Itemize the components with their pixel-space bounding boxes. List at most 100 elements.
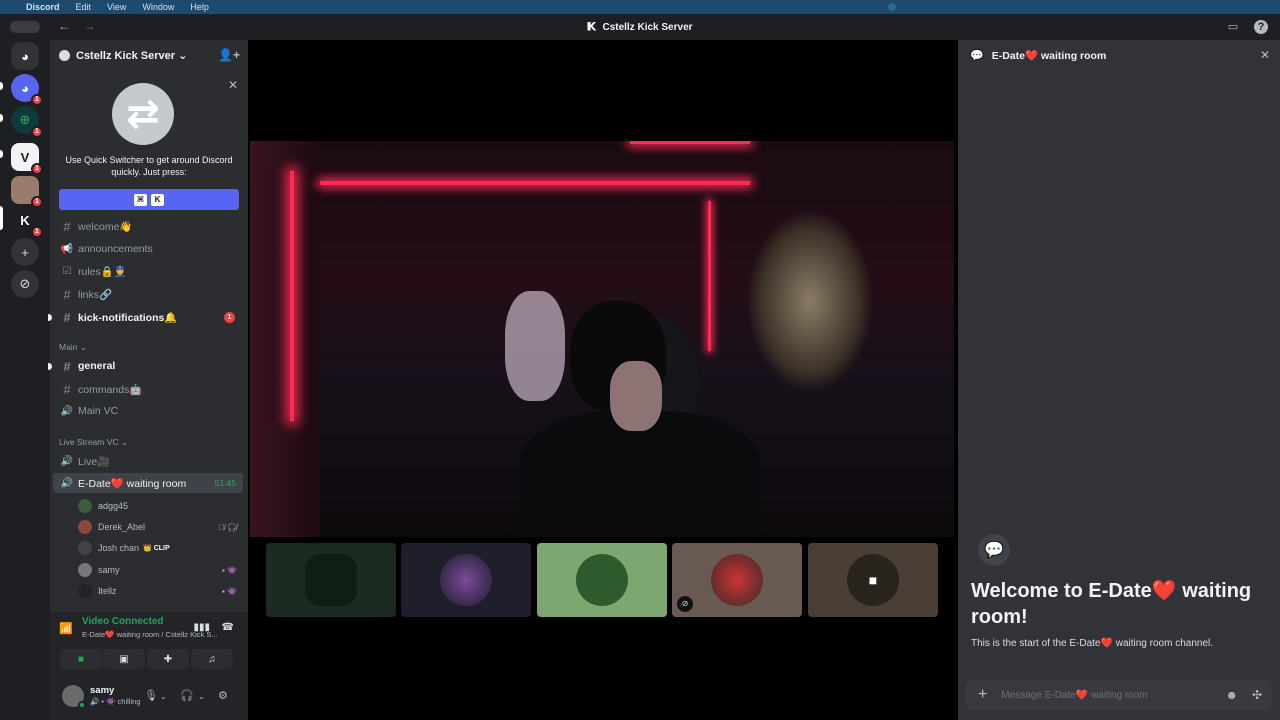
- chevron-down-icon[interactable]: ⌄: [160, 692, 167, 701]
- unread-indicator: [48, 313, 52, 321]
- headphones-icon[interactable]: 🎧: [180, 689, 194, 702]
- attach-plus-icon[interactable]: +: [978, 686, 987, 704]
- chevron-down-icon[interactable]: ⌄: [198, 692, 205, 701]
- voice-channel-main-vc[interactable]: 🔊 Main VC: [53, 401, 243, 421]
- user-status: 🔊 • 👾 chilling: [90, 697, 141, 706]
- voice-user[interactable]: adgg45: [78, 496, 243, 516]
- server-icon-kick[interactable]: K1: [11, 206, 43, 238]
- server-icon-v[interactable]: V1: [11, 143, 43, 175]
- server-icon-plus[interactable]: ⊕ 1: [11, 106, 43, 138]
- invite-people-icon[interactable]: 👤+: [218, 48, 240, 62]
- camera-icon: ■: [77, 653, 85, 665]
- server-badge-icon: [59, 49, 70, 61]
- avatar: [78, 584, 92, 598]
- quick-switcher-button[interactable]: ⌘ K: [59, 189, 239, 210]
- chat-title: E-Date❤️ waiting room: [991, 49, 1107, 62]
- apps-icon[interactable]: ✣: [1252, 688, 1262, 702]
- voice-status: Video Connected: [82, 616, 164, 627]
- avatar: [78, 520, 92, 534]
- screen-share-icon: ▣: [119, 653, 129, 665]
- close-icon[interactable]: ✕: [1260, 48, 1270, 62]
- channel-general[interactable]: # general: [48, 356, 243, 376]
- emoji-icon[interactable]: ☻: [1225, 688, 1238, 702]
- disconnect-icon[interactable]: ☎: [222, 622, 234, 633]
- user-panel: samy 🔊 • 👾 chilling 🎙 ⌄ 🎧 ⌄ ⚙: [50, 680, 248, 720]
- participant-avatar: [576, 554, 628, 606]
- screen-share-button[interactable]: ▣: [103, 649, 145, 669]
- kick-logo-icon: [587, 21, 597, 31]
- hash-icon: #: [63, 218, 71, 234]
- video-stage: ⊘ ■: [250, 40, 954, 720]
- user-avatar[interactable]: [62, 685, 86, 709]
- chat-panel: 💬 E-Date❤️ waiting room ✕ 💬 Welcome to E…: [958, 40, 1280, 720]
- voice-user[interactable]: ʇtellz ▪ 👾: [78, 581, 243, 601]
- voice-channel-live[interactable]: 🔊 Live🎥: [53, 451, 243, 471]
- menu-edit[interactable]: Edit: [76, 2, 92, 12]
- led-strip: [320, 181, 750, 185]
- participant-tile[interactable]: ⊘: [672, 543, 802, 617]
- participant-video: [305, 554, 357, 606]
- channel-links[interactable]: # links🔗: [53, 284, 243, 304]
- participant-tile[interactable]: [266, 543, 396, 617]
- inbox-icon[interactable]: ▭: [1226, 20, 1240, 34]
- server-name: Cstellz Kick Server ⌄: [76, 49, 188, 62]
- message-input[interactable]: + Message E-Date❤️ waiting room ☻ ✣: [966, 680, 1272, 710]
- discord-home-icon[interactable]: ◕: [11, 42, 39, 70]
- message-placeholder[interactable]: Message E-Date❤️ waiting room: [1001, 690, 1147, 701]
- participant-tile[interactable]: [537, 543, 667, 617]
- close-icon[interactable]: ✕: [228, 78, 238, 92]
- camera-icon: ■: [847, 554, 899, 606]
- participant-tile[interactable]: ■: [808, 543, 938, 617]
- led-strip: [708, 201, 711, 351]
- activities-button[interactable]: ✚: [147, 649, 189, 669]
- voice-channel-edate-waiting-room[interactable]: 🔊 E-Date❤️ waiting room 51:45: [53, 473, 243, 493]
- noise-suppression-icon[interactable]: ▮▮▮: [193, 622, 210, 633]
- soundboard-button[interactable]: ♫: [191, 649, 233, 669]
- microphone-icon[interactable]: 🎙: [144, 689, 158, 702]
- mention-badge: 1: [224, 311, 235, 323]
- hash-icon: #: [63, 381, 71, 397]
- channel-rules[interactable]: ☑ rules🔒👮: [53, 261, 243, 281]
- channel-sidebar: Cstellz Kick Server ⌄ 👤+ ✕ ⇄ Use Quick S…: [48, 40, 248, 720]
- cmd-key: ⌘: [134, 193, 147, 206]
- selected-pill: [0, 206, 3, 230]
- menu-view[interactable]: View: [107, 2, 126, 12]
- camera-activity-icons: ▪ 👾: [221, 565, 237, 575]
- category-main[interactable]: Main ⌄: [59, 342, 87, 353]
- help-icon[interactable]: ?: [1254, 20, 1268, 34]
- unread-pill: [0, 82, 3, 90]
- server-header[interactable]: Cstellz Kick Server ⌄ 👤+: [50, 40, 248, 70]
- channel-welcome[interactable]: # welcome👋: [53, 216, 243, 236]
- avatar: [78, 563, 92, 577]
- channel-announcements[interactable]: 📢 announcements: [53, 239, 243, 259]
- server-icon-photo[interactable]: 1: [11, 176, 43, 208]
- checkbox-icon: ☑: [62, 265, 72, 277]
- speaker-icon: 🔊: [60, 405, 74, 417]
- menu-app[interactable]: Discord: [26, 2, 60, 12]
- menu-window[interactable]: Window: [142, 2, 174, 12]
- channel-kick-notifications[interactable]: # kick-notifications🔔 1: [48, 307, 243, 327]
- server-icon-discord[interactable]: ◕ 1: [11, 74, 43, 106]
- person-face: [610, 361, 662, 431]
- add-server-icon[interactable]: +: [11, 238, 39, 266]
- chat-bubble-icon: 💬: [970, 49, 984, 62]
- voice-user[interactable]: samy ▪ 👾: [78, 560, 243, 580]
- voice-user[interactable]: Josh chan 👑 CLIP: [78, 538, 243, 558]
- k-key: K: [151, 193, 164, 206]
- signal-icon[interactable]: 📶: [59, 622, 73, 635]
- main-video-feed[interactable]: [250, 141, 954, 537]
- camera-button[interactable]: ■: [60, 649, 102, 669]
- megaphone-icon: 📢: [60, 243, 74, 255]
- participant-tile[interactable]: [401, 543, 531, 617]
- settings-gear-icon[interactable]: ⚙: [218, 689, 228, 702]
- quick-switcher-text: Use Quick Switcher to get around Discord…: [65, 155, 233, 177]
- category-live-stream-vc[interactable]: Live Stream VC ⌄: [59, 437, 128, 448]
- chat-bubble-icon: 💬: [978, 534, 1010, 566]
- menu-help[interactable]: Help: [190, 2, 209, 12]
- voice-user[interactable]: Derek_Abel 🎙̸ 🎧̸: [78, 517, 243, 537]
- hash-icon: #: [63, 286, 71, 302]
- speaker-icon: 🔊: [60, 477, 74, 489]
- channel-commands[interactable]: # commands🤖: [53, 379, 243, 399]
- explore-icon[interactable]: ⊘: [11, 270, 39, 298]
- participant-avatar: [440, 554, 492, 606]
